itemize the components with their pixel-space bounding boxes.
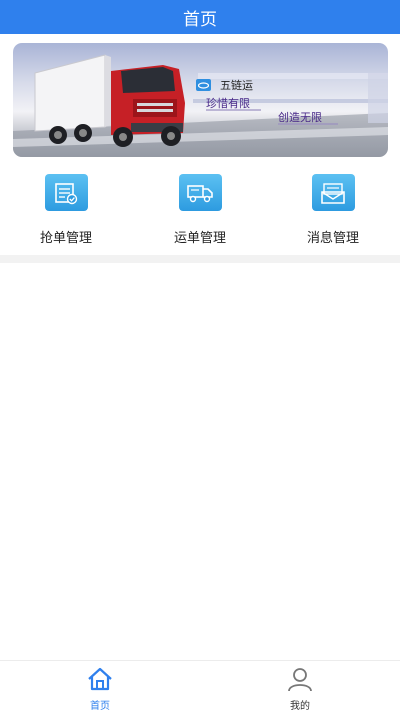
truck-icon	[178, 174, 222, 211]
feature-menu: 抢单管理 运单管理 消息管理	[0, 165, 400, 250]
menu-label-order-grab: 抢单管理	[39, 231, 92, 246]
menu-label-waybill: 运单管理	[173, 231, 226, 246]
user-icon	[286, 666, 314, 696]
home-icon	[86, 666, 114, 696]
banner-carousel[interactable]: 五链运 珍惜有限 创造无限	[13, 43, 388, 157]
brand-logo-icon	[196, 79, 211, 91]
bottom-tab-bar: 首页 我的	[0, 660, 400, 712]
menu-item-order-grab[interactable]: 抢单管理	[11, 165, 121, 250]
page-title: 首页	[183, 9, 217, 30]
message-icon	[311, 174, 355, 211]
menu-label-message: 消息管理	[306, 231, 359, 246]
banner-brand: 五链运	[196, 76, 376, 94]
menu-item-message[interactable]: 消息管理	[278, 165, 388, 250]
menu-item-waybill[interactable]: 运单管理	[145, 165, 255, 250]
tab-home[interactable]: 首页	[50, 661, 150, 712]
tab-mine[interactable]: 我的	[250, 661, 350, 712]
brand-name: 五链运	[220, 79, 253, 92]
banner-slogan-left-underline	[206, 109, 261, 111]
section-divider	[0, 255, 400, 263]
banner-truck-image	[13, 54, 388, 157]
order-grab-icon	[44, 174, 88, 211]
banner-slogan-right-underline	[278, 123, 338, 125]
header-bar: 首页	[0, 0, 400, 34]
